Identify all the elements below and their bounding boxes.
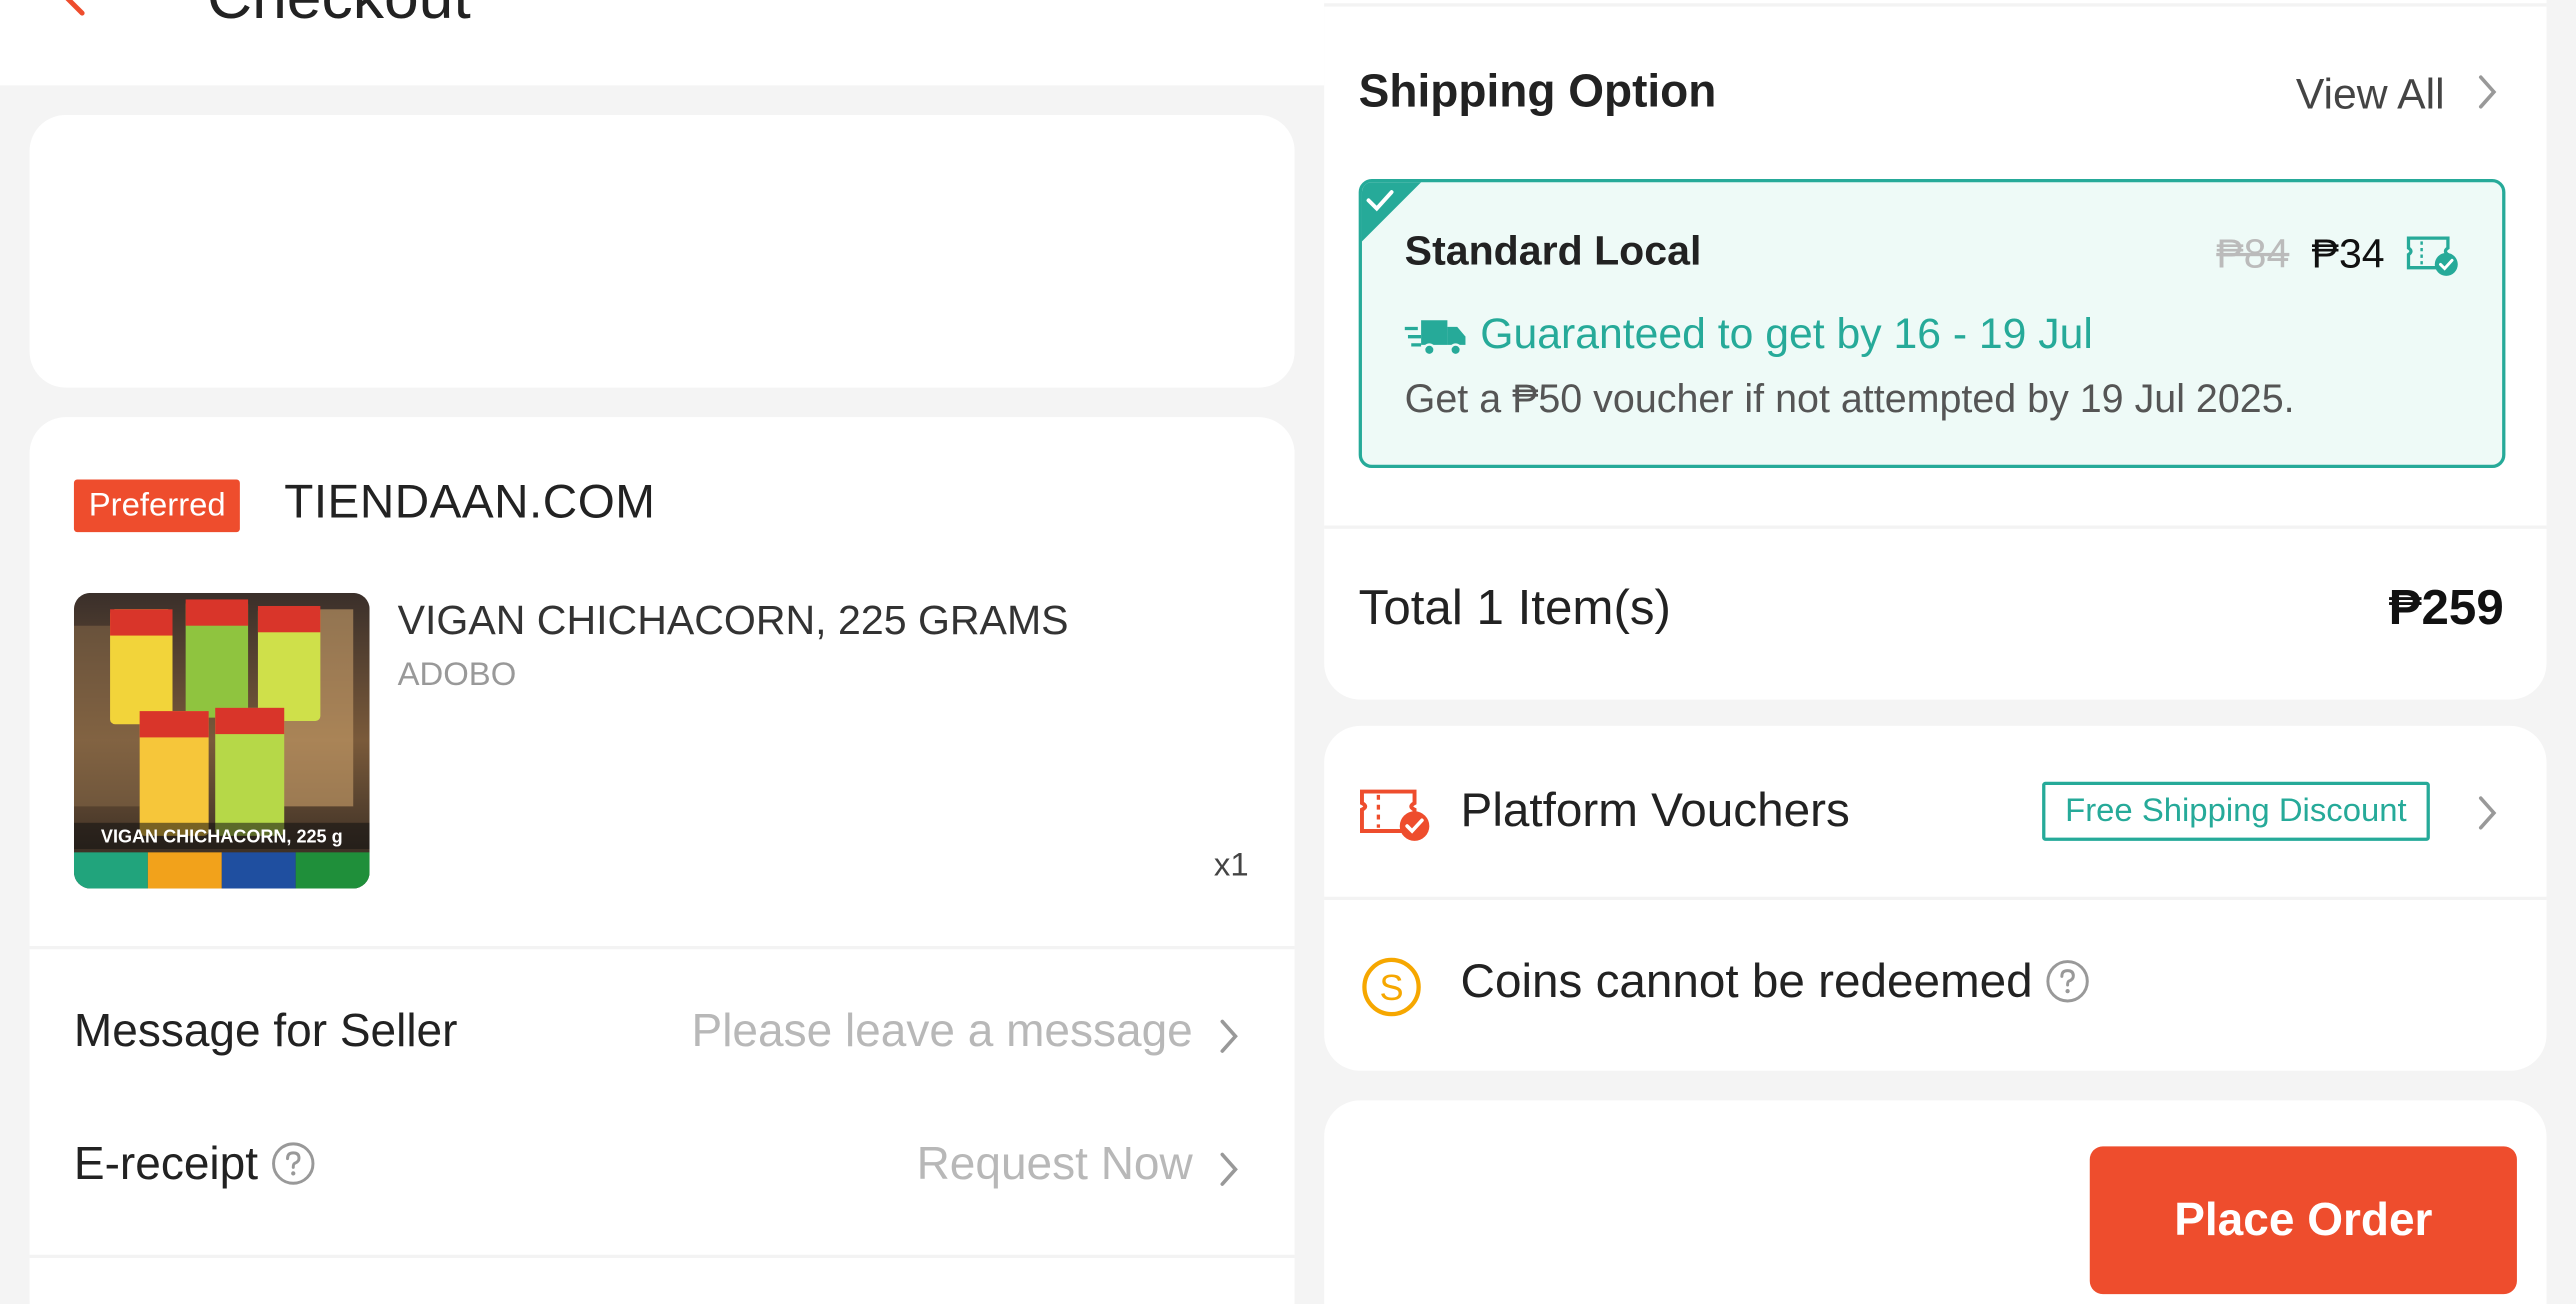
delivery-guarantee: Guaranteed to get by 16 - 19 Jul bbox=[1480, 308, 2093, 359]
ereceipt-label-text: E-receipt bbox=[73, 1138, 259, 1190]
product-name[interactable]: VIGAN CHICHACORN, 225 GRAMS bbox=[398, 598, 1069, 646]
page-title: Checkout bbox=[207, 0, 471, 34]
back-arrow-icon[interactable] bbox=[49, 0, 95, 16]
divider bbox=[1324, 525, 2547, 529]
shop-order-card: Preferred TIENDAAN.COM VIGAN CHICHACORN,… bbox=[29, 417, 1295, 1304]
divider bbox=[29, 1254, 1295, 1259]
shipping-option-title: Shipping Option bbox=[1358, 65, 1717, 117]
help-icon[interactable] bbox=[2046, 959, 2090, 1003]
product-quantity: x1 bbox=[1213, 847, 1249, 884]
order-details-pane: Checkout Preferred TIENDAAN.COM bbox=[0, 0, 1325, 1304]
chevron-right-icon[interactable] bbox=[2477, 795, 2497, 831]
divider bbox=[1324, 3, 2547, 7]
coins-status: Coins cannot be redeemed bbox=[1461, 956, 2091, 1010]
address-card[interactable] bbox=[29, 114, 1295, 388]
preferred-badge: Preferred bbox=[73, 479, 241, 533]
place-order-button[interactable]: Place Order bbox=[2089, 1146, 2517, 1295]
shop-name[interactable]: TIENDAAN.COM bbox=[284, 476, 655, 530]
checkout-screen: Checkout Preferred TIENDAAN.COM bbox=[0, 0, 2576, 1304]
message-for-seller-input[interactable]: Please leave a message bbox=[692, 1005, 1193, 1058]
product-variant: ADOBO bbox=[397, 656, 517, 694]
bottom-action-bar: Place Order bbox=[1324, 1100, 2547, 1304]
voucher-applied-icon bbox=[2406, 236, 2458, 276]
shipping-original-price: ₱84 bbox=[2216, 231, 2290, 278]
late-delivery-voucher-note: Get a ₱50 voucher if not attempted by 19… bbox=[1404, 377, 2295, 423]
help-icon[interactable] bbox=[271, 1142, 315, 1186]
platform-vouchers-label[interactable]: Platform Vouchers bbox=[1461, 785, 1850, 839]
coin-icon: S bbox=[1362, 957, 1421, 1017]
shipping-card: Shipping Option View All Standard Local … bbox=[1324, 0, 2547, 700]
chevron-right-icon[interactable] bbox=[2477, 74, 2497, 110]
shipping-option-name: Standard Local bbox=[1404, 228, 1702, 275]
order-total-label: Total 1 Item(s) bbox=[1358, 581, 1671, 636]
ereceipt-label: E-receipt bbox=[74, 1138, 316, 1191]
coins-status-text: Coins cannot be redeemed bbox=[1460, 955, 2033, 1009]
vouchers-coins-card: Platform Vouchers Free Shipping Discount… bbox=[1324, 725, 2547, 1071]
product-image[interactable]: VIGAN CHICHACORN, 225 g bbox=[73, 592, 370, 889]
product-image-caption: VIGAN CHICHACORN, 225 g bbox=[101, 827, 343, 847]
shipping-discounted-price: ₱34 bbox=[2311, 231, 2385, 278]
fast-delivery-truck-icon bbox=[1404, 320, 1466, 357]
view-all-link[interactable]: View All bbox=[2296, 69, 2445, 120]
message-for-seller-label: Message for Seller bbox=[73, 1005, 458, 1056]
top-bar: Checkout bbox=[0, 0, 1325, 86]
payment-summary-pane: Shipping Option View All Standard Local … bbox=[1324, 0, 2576, 1304]
svg-text:S: S bbox=[1379, 967, 1403, 1008]
selected-shipping-option[interactable]: Standard Local ₱84 ₱34 Guaranteed to get… bbox=[1358, 179, 2506, 469]
divider bbox=[1324, 896, 2547, 900]
chevron-right-icon[interactable] bbox=[1219, 1151, 1239, 1187]
chevron-right-icon[interactable] bbox=[1219, 1018, 1239, 1054]
divider bbox=[29, 945, 1295, 950]
platform-voucher-icon[interactable] bbox=[1359, 785, 1435, 844]
free-shipping-discount-tag[interactable]: Free Shipping Discount bbox=[2042, 781, 2430, 841]
ereceipt-request-link[interactable]: Request Now bbox=[917, 1138, 1193, 1191]
order-total-value: ₱259 bbox=[2388, 581, 2504, 636]
